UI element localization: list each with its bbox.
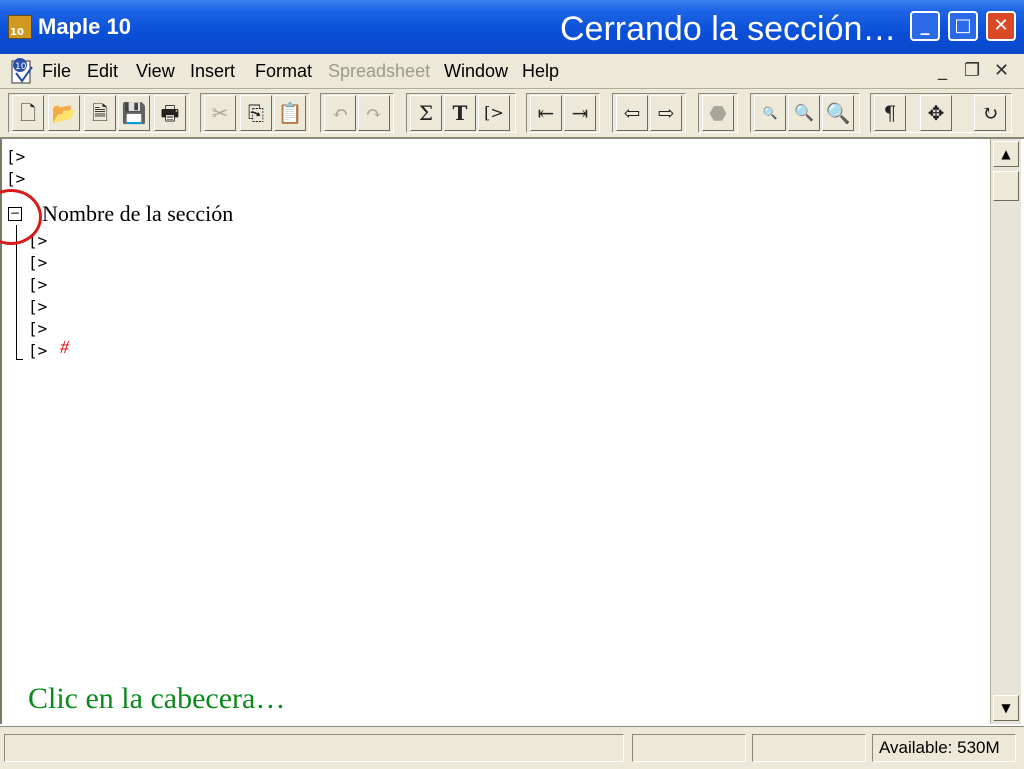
maximize-button[interactable]: □ [948,11,978,41]
svg-text:10: 10 [15,62,27,72]
prompt-line[interactable]: [> [28,297,47,316]
worksheet[interactable]: [> [> − Nombre de la sección [> [> [> [>… [0,139,992,724]
back-arrow-icon[interactable]: ⇦ [616,95,648,131]
menu-help[interactable]: Help [522,61,559,82]
zoom-200-icon[interactable]: 🔍 [822,95,854,131]
menu-format[interactable]: Format [255,61,312,82]
paste-icon[interactable]: 📋 [274,95,306,131]
sigma-icon[interactable]: Σ [410,95,442,131]
scroll-thumb[interactable] [993,171,1019,201]
save-icon[interactable]: 💾 [118,95,150,131]
document-icon[interactable]: 10 [10,57,36,85]
doc-restore-button[interactable]: ❐ [964,60,980,81]
section-title[interactable]: Nombre de la sección [42,201,233,227]
status-panel-bytes [752,734,866,762]
status-available: Available: 530M [872,734,1016,762]
menu-file[interactable]: File [42,61,71,82]
prompt-line[interactable]: [> [28,275,47,294]
zoom-100-icon[interactable]: 🔍 [754,95,786,131]
stop-icon[interactable]: ⬣ [702,95,734,131]
move-icon[interactable]: ✥ [920,95,952,131]
copy-icon[interactable]: ⎘ [240,95,272,131]
status-message [4,734,624,762]
indent-icon[interactable]: ⇥ [564,95,596,131]
menu-window[interactable]: Window [444,61,508,82]
menu-spreadsheet[interactable]: Spreadsheet [328,61,430,82]
status-panel-time [632,734,746,762]
zoom-150-icon[interactable]: 🔍 [788,95,820,131]
outdent-icon[interactable]: ⇤ [530,95,562,131]
status-bar: Available: 530M [0,726,1024,769]
section-bracket [16,225,23,360]
menu-insert[interactable]: Insert [190,61,235,82]
slide-title: Cerrando la sección… [560,10,897,48]
scroll-down-icon[interactable]: ▼ [993,695,1019,721]
toolbar: 🗋 📂 🗎 💾 🖶 ✂ ⎘ 📋 ↶ ↷ Σ T [> ⇤ ⇥ ⇦ ⇨ ⬣ 🔍 🔍… [0,89,1024,139]
maple-logo-icon: 10 [8,15,32,39]
open-url-icon[interactable]: 🗎 [84,95,116,131]
instruction-caption: Clic en la cabecera… [28,682,286,715]
redo-icon[interactable]: ↷ [358,95,390,131]
cursor-input[interactable]: # [60,337,69,358]
restart-icon[interactable]: ↻ [974,95,1006,131]
prompt-line[interactable]: [> [28,341,47,360]
minimize-button[interactable]: _ [910,11,940,41]
undo-icon[interactable]: ↶ [324,95,356,131]
window-title: Maple 10 [38,14,131,39]
open-folder-icon[interactable]: 📂 [48,95,80,131]
doc-minimize-button[interactable]: _ [938,60,947,81]
prompt-line[interactable]: [> [28,253,47,272]
menu-view[interactable]: View [136,61,175,82]
cut-icon[interactable]: ✂ [204,95,236,131]
title-bar: 10 Maple 10 Cerrando la sección… _ □ ✕ [0,0,1024,54]
prompt-line[interactable]: [> [6,147,25,166]
prompt-line[interactable]: [> [28,319,47,338]
scroll-up-icon[interactable]: ▲ [993,141,1019,167]
close-button[interactable]: ✕ [986,11,1016,41]
pilcrow-icon[interactable]: ¶ [874,95,906,131]
prompt-icon[interactable]: [> [478,95,510,131]
new-document-icon[interactable]: 🗋 [12,95,44,131]
prompt-line[interactable]: [> [6,169,25,188]
doc-close-button[interactable]: ✕ [994,60,1009,81]
menu-edit[interactable]: Edit [87,61,118,82]
vertical-scrollbar[interactable]: ▲ ▼ [990,139,1021,724]
menu-bar: 10 File Edit View Insert Format Spreadsh… [0,54,1024,89]
print-icon[interactable]: 🖶 [154,95,186,131]
text-icon[interactable]: T [444,95,476,131]
forward-arrow-icon[interactable]: ⇨ [650,95,682,131]
